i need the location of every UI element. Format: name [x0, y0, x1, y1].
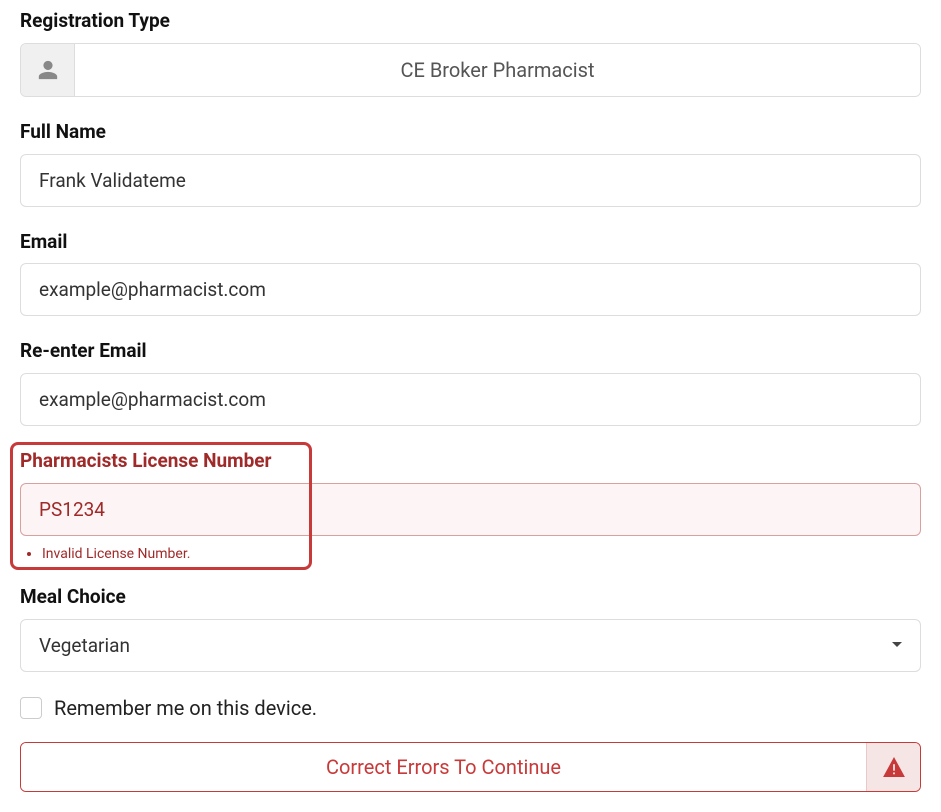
registration-type-group: Registration Type CE Broker Pharmacist [20, 10, 921, 97]
license-label: Pharmacists License Number [20, 450, 921, 473]
submit-error-button[interactable]: Correct Errors To Continue [20, 742, 921, 792]
email-group: Email [20, 231, 921, 317]
meal-choice-group: Meal Choice Vegetarian [20, 586, 921, 672]
email-label: Email [20, 231, 921, 254]
license-group: Pharmacists License Number Invalid Licen… [20, 450, 921, 562]
full-name-label: Full Name [20, 121, 921, 144]
registration-type-field[interactable]: CE Broker Pharmacist [20, 43, 921, 97]
remember-row: Remember me on this device. [20, 696, 921, 720]
registration-type-label: Registration Type [20, 10, 921, 33]
full-name-input[interactable] [20, 154, 921, 207]
person-icon [21, 44, 75, 96]
reenter-email-input[interactable] [20, 373, 921, 426]
meal-choice-label: Meal Choice [20, 586, 921, 609]
meal-choice-select[interactable]: Vegetarian [20, 619, 921, 672]
license-error-message: Invalid License Number. [42, 546, 921, 562]
submit-error-label: Correct Errors To Continue [21, 743, 866, 791]
remember-checkbox[interactable] [20, 697, 42, 719]
reenter-email-group: Re-enter Email [20, 340, 921, 426]
remember-label: Remember me on this device. [54, 696, 317, 720]
warning-icon [866, 743, 920, 791]
license-input[interactable] [20, 483, 921, 536]
license-error-list: Invalid License Number. [20, 546, 921, 562]
registration-type-value: CE Broker Pharmacist [75, 44, 920, 96]
full-name-group: Full Name [20, 121, 921, 207]
email-input[interactable] [20, 263, 921, 316]
reenter-email-label: Re-enter Email [20, 340, 921, 363]
